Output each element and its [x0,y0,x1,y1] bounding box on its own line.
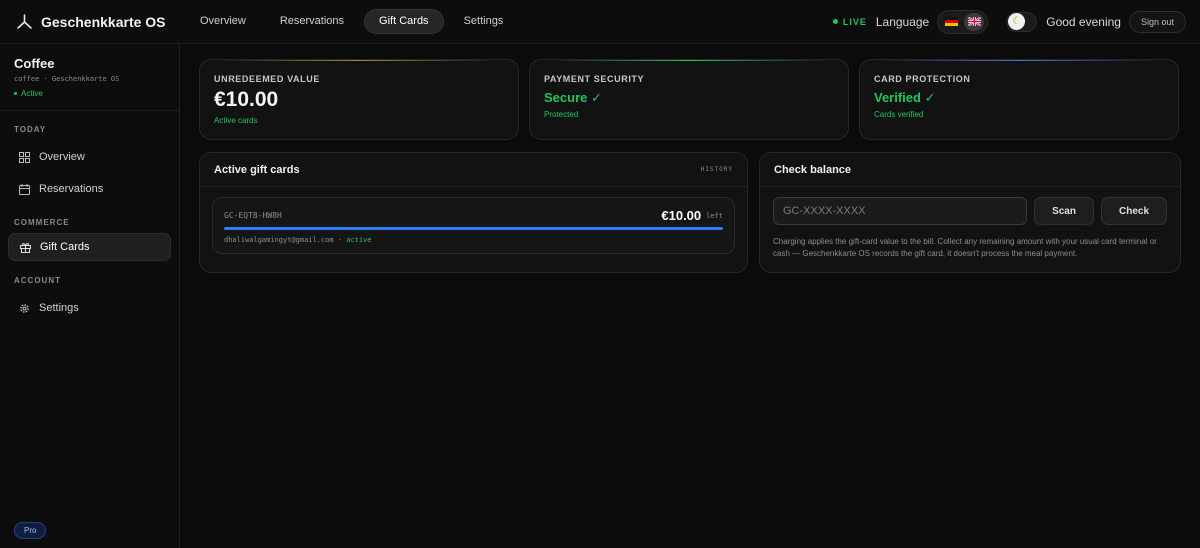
workspace-status-label: Active [21,89,43,98]
gift-card-email: dhaliwalgamingyt@gmail.com [224,236,334,244]
gift-card-meta: dhaliwalgamingyt@gmail.com · active [224,236,723,244]
stat-value: Verified ✓ [874,90,936,105]
workspace-subtitle: coffee · Geschenkkarte OS [14,75,120,83]
check-balance-panel: Check balance Scan Check Charging applie… [759,152,1181,273]
sidebar-item-label: Gift Cards [40,241,90,253]
uk-flag-button[interactable] [964,12,985,31]
check-balance-note: Charging applies the gift-card value to … [773,237,1157,258]
check-button[interactable]: Check [1100,197,1167,225]
main-nav: Overview Reservations Gift Cards Setting… [186,9,517,34]
main-content: UNREDEEMED VALUE €10.00 Active cards PAY… [181,44,1200,548]
tab-gift-cards[interactable]: Gift Cards [364,9,444,34]
gift-card-left-label: left [706,211,723,220]
header-actions: LIVE Language ☾ Good evening Sign out [832,9,1186,34]
panel-title: Active gift cards [214,163,300,176]
section-label-today: TODAY [14,125,47,134]
german-flag-button[interactable] [941,13,961,31]
card-accent-line [220,60,498,61]
section-label-account: ACCOUNT [14,276,61,285]
language-switch [937,9,989,34]
active-gift-cards-panel: Active gift cards HISTORY GC-EQT8-HW8H €… [199,152,748,273]
stat-card-payment-security: PAYMENT SECURITY Secure ✓ Protected [529,59,849,140]
tab-reservations[interactable]: Reservations [266,9,358,34]
sidebar-item-label: Settings [39,302,79,314]
card-accent-line [880,60,1158,61]
gift-card-code: GC-EQT8-HW8H [224,211,282,220]
stat-hint: Protected [544,110,579,119]
brand[interactable]: Geschenkkarte OS [16,14,186,30]
section-label-commerce: COMMERCE [14,218,70,227]
sidebar-item-overview[interactable]: Overview [8,143,171,171]
sidebar-item-gift-cards[interactable]: Gift Cards [8,233,171,261]
content-row: Active gift cards HISTORY GC-EQT8-HW8H €… [199,152,1182,273]
workspace-status: Active [14,89,165,98]
app-name: Geschenkkarte OS [41,13,166,30]
stat-hint: Active cards [214,116,258,125]
stat-value: €10.00 [214,88,279,111]
tripod-logo-icon [17,13,32,29]
sidebar-item-settings[interactable]: Settings [8,294,171,322]
stat-label: PAYMENT SECURITY [544,74,645,84]
stat-hint: Cards verified [874,110,924,119]
panel-title: Check balance [774,163,852,176]
workspace-name: Coffee [14,56,55,71]
gift-card-item[interactable]: GC-EQT8-HW8H €10.00 left dhaliwalgamingy… [212,197,735,254]
workspace-info: Coffee coffee · Geschenkkarte OS Active [0,44,179,111]
sidebar-item-label: Reservations [39,183,104,195]
balance-progress-fill [224,227,723,230]
gift-card-status: active [346,236,372,244]
grid-icon [19,151,30,163]
gift-code-input[interactable] [773,197,1028,225]
balance-progress-bar [224,227,723,230]
sidebar-item-label: Overview [39,151,85,163]
plan-badge: Pro [14,522,47,539]
gear-icon [20,303,29,313]
moon-icon: ☾ [1008,13,1026,30]
status-dot-icon [14,92,17,95]
gift-card-list: GC-EQT8-HW8H €10.00 left dhaliwalgamingy… [200,187,747,272]
stats-row: UNREDEEMED VALUE €10.00 Active cards PAY… [199,59,1182,140]
tab-overview[interactable]: Overview [186,9,260,34]
live-dot-icon [832,19,838,24]
gift-card-amount: €10.00 [661,208,702,223]
calendar-icon [19,183,30,195]
language-label: Language [875,14,930,29]
uk-flag-icon [967,17,981,26]
live-label: LIVE [842,16,867,27]
history-link[interactable]: HISTORY [701,166,733,173]
live-indicator: LIVE [832,16,867,27]
theme-toggle[interactable]: ☾ [1006,11,1038,32]
check-balance-form: Scan Check [773,197,1167,225]
gift-card-header: GC-EQT8-HW8H €10.00 left [224,208,723,223]
stat-card-unredeemed: UNREDEEMED VALUE €10.00 Active cards [199,59,519,140]
german-flag-icon [944,17,958,26]
sidebar-item-reservations[interactable]: Reservations [8,175,171,203]
stat-card-card-protection: CARD PROTECTION Verified ✓ Cards verifie… [859,59,1179,140]
tab-settings[interactable]: Settings [450,9,518,34]
stat-label: CARD PROTECTION [874,74,971,84]
sidebar: Coffee coffee · Geschenkkarte OS Active … [0,44,180,548]
panel-header: Active gift cards HISTORY [200,153,747,187]
scan-button[interactable]: Scan [1034,197,1094,225]
panel-header: Check balance [760,153,1180,187]
greeting-text: Good evening [1046,14,1121,29]
meta-separator: · [337,236,343,244]
sign-out-button[interactable]: Sign out [1128,10,1186,33]
card-accent-line [550,60,828,61]
stat-value: Secure ✓ [544,90,602,105]
gift-icon [20,242,31,253]
stat-label: UNREDEEMED VALUE [214,74,320,84]
check-balance-body: Scan Check Charging applies the gift-car… [760,187,1180,272]
top-bar: Geschenkkarte OS Overview Reservations G… [0,0,1200,44]
